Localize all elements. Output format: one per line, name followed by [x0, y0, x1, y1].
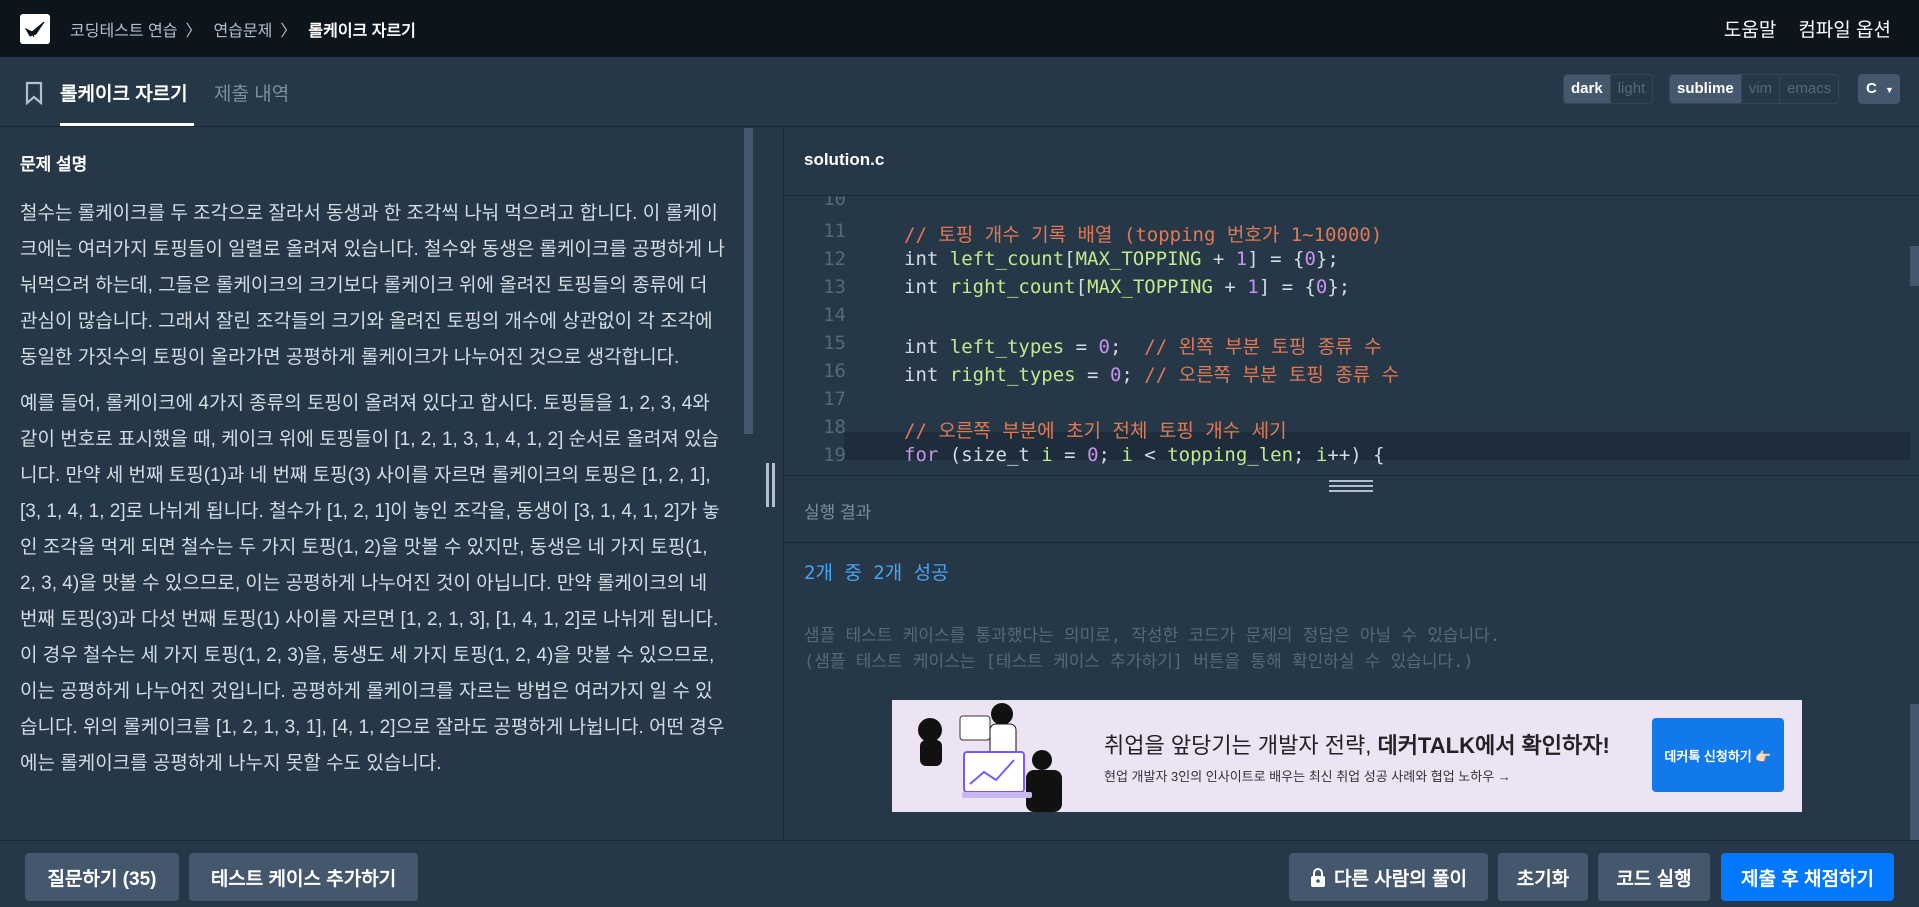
problem-paragraph: 예를 들어, 롤케이크에 4가지 종류의 토핑이 올려져 있다고 합시다. 토핑… — [20, 393, 725, 774]
others-solution-label: 다른 사람의 풀이 — [1334, 868, 1467, 890]
code-line: int left_count[MAX_TOPPING + 1] = {0}; — [904, 248, 1339, 270]
submit-button[interactable]: 제출 후 채점하기 — [1721, 853, 1894, 901]
line-number: 19 — [823, 444, 846, 466]
language-selected: C — [1866, 80, 1877, 97]
code-line: // 토핑 개수 기록 배열 (topping 번호가 1~10000) — [904, 224, 1383, 246]
result-output: 2개 중 2개 성공 샘플 테스트 케이스를 통과했다는 의미로, 작성한 코드… — [804, 558, 1904, 675]
ad-illustration-icon — [918, 703, 1062, 812]
chevron-down-icon: ▼ — [1885, 85, 1894, 95]
compile-options-link[interactable]: 컴파일 옵션 — [1798, 15, 1891, 42]
line-number: 17 — [823, 388, 846, 410]
code-line: int right_types = 0; // 오른쪽 부분 토핑 종류 수 — [904, 364, 1400, 386]
theme-toggle: dark light — [1563, 74, 1654, 104]
questions-button[interactable]: 질문하기 (35) — [25, 853, 179, 901]
problem-tab-bar: 롤케이크 자르기 제출 내역 dark light sublime vim em… — [0, 57, 1919, 127]
bookmark-icon[interactable] — [24, 81, 44, 105]
run-code-button[interactable]: 코드 실행 — [1598, 853, 1710, 901]
line-number: 14 — [823, 304, 846, 326]
code-line: int left_types = 0; // 왼쪽 부분 토핑 종류 수 — [904, 336, 1382, 358]
line-number: 12 — [823, 248, 846, 270]
action-bar: 질문하기 (35) 테스트 케이스 추가하기 다른 사람의 풀이 초기화 코드 … — [0, 840, 1919, 907]
active-tab-indicator — [60, 123, 194, 126]
add-testcase-button[interactable]: 테스트 케이스 추가하기 — [189, 853, 418, 901]
keymap-vim-button[interactable]: vim — [1742, 75, 1781, 103]
problem-paragraph: 철수는 롤케이크를 두 조각으로 잘라서 동생과 한 조각씩 나눠 먹으려고 합… — [20, 203, 725, 368]
theme-dark-button[interactable]: dark — [1564, 75, 1611, 103]
lock-icon — [1311, 868, 1326, 887]
problem-scrollbar[interactable] — [744, 128, 753, 434]
ad-banner[interactable]: 취업을 앞당기는 개발자 전략, 데커TALK에서 확인하자! 현업 개발자 3… — [892, 700, 1802, 812]
others-solution-button[interactable]: 다른 사람의 풀이 — [1289, 853, 1488, 901]
editor-panel: solution.c 10 11 12 13 14 15 16 17 18 19… — [784, 128, 1919, 840]
code-line: int right_count[MAX_TOPPING + 1] = {0}; — [904, 276, 1351, 298]
reset-button[interactable]: 초기화 — [1498, 853, 1588, 901]
ad-subtitle: 현업 개발자 3인의 인사이트로 배우는 최신 취업 성공 사례와 협업 노하우… — [1104, 769, 1511, 784]
breadcrumb-separator: 〉 — [185, 22, 202, 40]
keymap-toggle: sublime vim emacs — [1669, 74, 1840, 104]
result-scrollbar[interactable] — [1910, 704, 1919, 840]
ad-apply-button[interactable]: 데커톡 신청하기 👉🏻 — [1652, 718, 1784, 792]
line-number: 18 — [823, 416, 846, 438]
ad-title: 취업을 앞당기는 개발자 전략, 데커TALK에서 확인하자! — [1104, 733, 1610, 758]
keymap-sublime-button[interactable]: sublime — [1670, 75, 1742, 103]
result-note: (샘플 테스트 케이스는 [테스트 케이스 추가하기] 버튼을 통해 확인하실 … — [804, 652, 1474, 672]
line-number: 11 — [823, 220, 846, 242]
file-name: solution.c — [804, 150, 885, 169]
line-number: 10 — [823, 195, 846, 210]
breadcrumb-item-coding-test[interactable]: 코딩테스트 연습 — [70, 17, 178, 41]
keymap-emacs-button[interactable]: emacs — [1780, 75, 1838, 103]
line-number: 16 — [823, 360, 846, 382]
problem-panel: 문제 설명 철수는 롤케이크를 두 조각으로 잘라서 동생과 한 조각씩 나눠 … — [0, 128, 760, 840]
help-link[interactable]: 도움말 — [1724, 15, 1776, 42]
code-line: for (size_t i = 0; i < topping_len; i++)… — [904, 444, 1385, 466]
programmers-logo-icon[interactable] — [20, 13, 50, 44]
problem-description: 철수는 롤케이크를 두 조각으로 잘라서 동생과 한 조각씩 나눠 먹으려고 합… — [20, 196, 725, 792]
tab-problem[interactable]: 롤케이크 자르기 — [60, 79, 188, 106]
breadcrumb-separator: 〉 — [280, 22, 297, 40]
resize-handle-icon[interactable] — [1329, 480, 1373, 495]
breadcrumb: 코딩테스트 연습 〉 연습문제 〉 롤케이크 자르기 — [70, 17, 416, 41]
tab-submissions[interactable]: 제출 내역 — [214, 79, 289, 106]
result-label: 실행 결과 — [804, 503, 872, 522]
theme-light-button[interactable]: light — [1611, 75, 1653, 103]
code-editor[interactable]: 10 11 12 13 14 15 16 17 18 19 // 토핑 개수 기… — [784, 195, 1919, 475]
top-nav: 코딩테스트 연습 〉 연습문제 〉 롤케이크 자르기 도움말 컴파일 옵션 — [0, 0, 1919, 57]
result-summary: 2개 중 2개 성공 — [804, 562, 949, 584]
splitter-grip-icon — [772, 463, 775, 507]
line-number: 13 — [823, 276, 846, 298]
problem-heading: 문제 설명 — [20, 155, 88, 174]
result-header: 실행 결과 — [784, 475, 1919, 543]
language-select[interactable]: C ▼ — [1858, 74, 1900, 104]
code-line: // 오른쪽 부분에 초기 전체 토핑 개수 세기 — [904, 420, 1287, 442]
line-number: 15 — [823, 332, 846, 354]
breadcrumb-item-practice[interactable]: 연습문제 — [214, 17, 273, 41]
panel-splitter[interactable] — [760, 128, 784, 840]
breadcrumb-current: 롤케이크 자르기 — [308, 22, 416, 40]
splitter-grip-icon — [766, 463, 769, 507]
result-note: 샘플 테스트 케이스를 통과했다는 의미로, 작성한 코드가 문제의 정답은 아… — [804, 626, 1501, 646]
editor-scrollbar[interactable] — [1910, 246, 1919, 286]
